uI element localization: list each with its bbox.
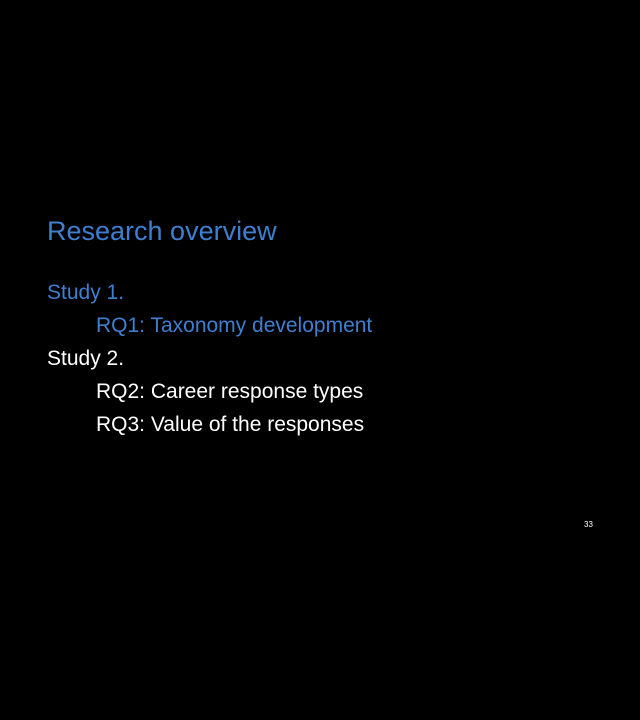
list-item-study-2: Study 2.	[47, 347, 125, 370]
list-item-study-1: Study 1.	[47, 281, 125, 304]
list-item-rq1: RQ1: Taxonomy development	[96, 314, 373, 337]
content-list: Study 1. RQ1: Taxonomy development Study…	[47, 276, 372, 441]
slide-title: Research overview	[47, 216, 277, 246]
slide-number: 33	[584, 520, 593, 529]
list-item-rq2: RQ2: Career response types	[96, 380, 364, 403]
list-item-rq3: RQ3: Value of the responses	[96, 413, 365, 436]
slide: Research overview Study 1. RQ1: Taxonomy…	[0, 0, 640, 720]
